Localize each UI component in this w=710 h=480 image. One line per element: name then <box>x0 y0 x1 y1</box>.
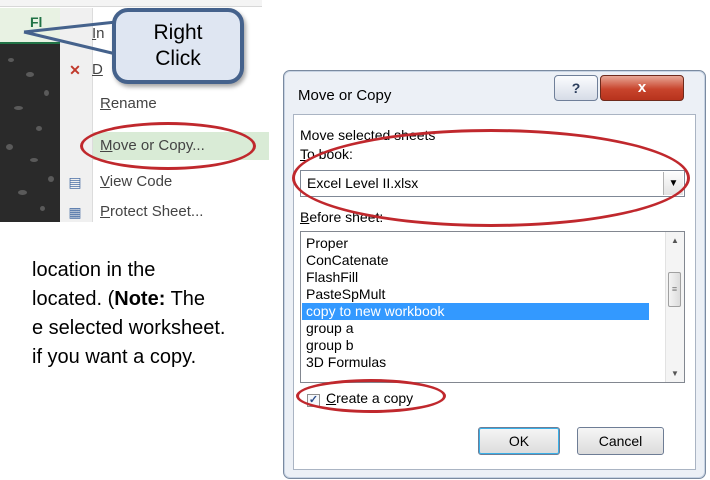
menu-item-delete[interactable]: D <box>92 56 103 84</box>
list-scrollbar[interactable]: ▲ ≡ ▼ <box>665 232 684 382</box>
list-item[interactable]: Proper <box>302 235 649 252</box>
right-click-callout: Right Click <box>112 8 244 84</box>
highlight-oval-to-book <box>292 129 690 227</box>
move-or-copy-dialog: Move or Copy ? x Move selected sheets To… <box>283 70 706 479</box>
help-button[interactable]: ? <box>554 75 598 101</box>
list-item[interactable]: group b <box>302 337 649 354</box>
list-item[interactable]: 3D Formulas <box>302 354 649 371</box>
instruction-line-1: location in the <box>32 259 156 281</box>
menu-item-protect-sheet[interactable]: Protect Sheet... <box>100 198 203 226</box>
worksheet-background: Fl <box>0 8 60 222</box>
instruction-text: location in the located. (Note: The e se… <box>32 256 272 372</box>
menu-item-view-code[interactable]: View Code <box>100 168 172 196</box>
scroll-down-icon[interactable]: ▼ <box>666 365 684 382</box>
note-label: Note: <box>114 288 166 310</box>
protect-sheet-icon: ▦ <box>68 204 82 220</box>
list-item[interactable]: ConCatenate <box>302 252 649 269</box>
list-item[interactable]: group a <box>302 320 649 337</box>
instruction-line-3: e selected worksheet. <box>32 317 226 339</box>
menu-item-rename[interactable]: Rename <box>100 90 157 118</box>
view-code-icon: ▤ <box>68 174 82 190</box>
highlight-oval-create-copy <box>296 379 446 413</box>
sheet-tab[interactable]: Fl <box>0 8 60 44</box>
ribbon-edge <box>0 0 262 7</box>
sheet-tab-label: Fl <box>30 14 43 30</box>
scroll-thumb[interactable]: ≡ <box>668 272 681 307</box>
before-sheet-list[interactable]: Proper ConCatenate FlashFill PasteSpMult… <box>300 231 685 383</box>
highlight-oval-move-copy <box>80 122 256 170</box>
dialog-title: Move or Copy <box>298 87 392 104</box>
callout-line-2: Click <box>155 47 201 70</box>
instruction-line-2: located. (Note: The <box>32 288 206 310</box>
menu-item-insert[interactable]: In <box>92 20 105 48</box>
callout-line-1: Right <box>153 21 203 44</box>
list-item[interactable]: FlashFill <box>302 269 649 286</box>
instruction-line-4: if you want a copy. <box>32 346 197 368</box>
list-item[interactable]: PasteSpMult <box>302 286 649 303</box>
ok-button[interactable]: OK <box>478 427 560 455</box>
cancel-button[interactable]: Cancel <box>577 427 664 455</box>
list-item-selected[interactable]: copy to new workbook <box>302 303 649 320</box>
scroll-up-icon[interactable]: ▲ <box>666 232 684 249</box>
delete-sheet-icon: ✕ <box>69 62 81 78</box>
close-button[interactable]: x <box>600 75 684 101</box>
